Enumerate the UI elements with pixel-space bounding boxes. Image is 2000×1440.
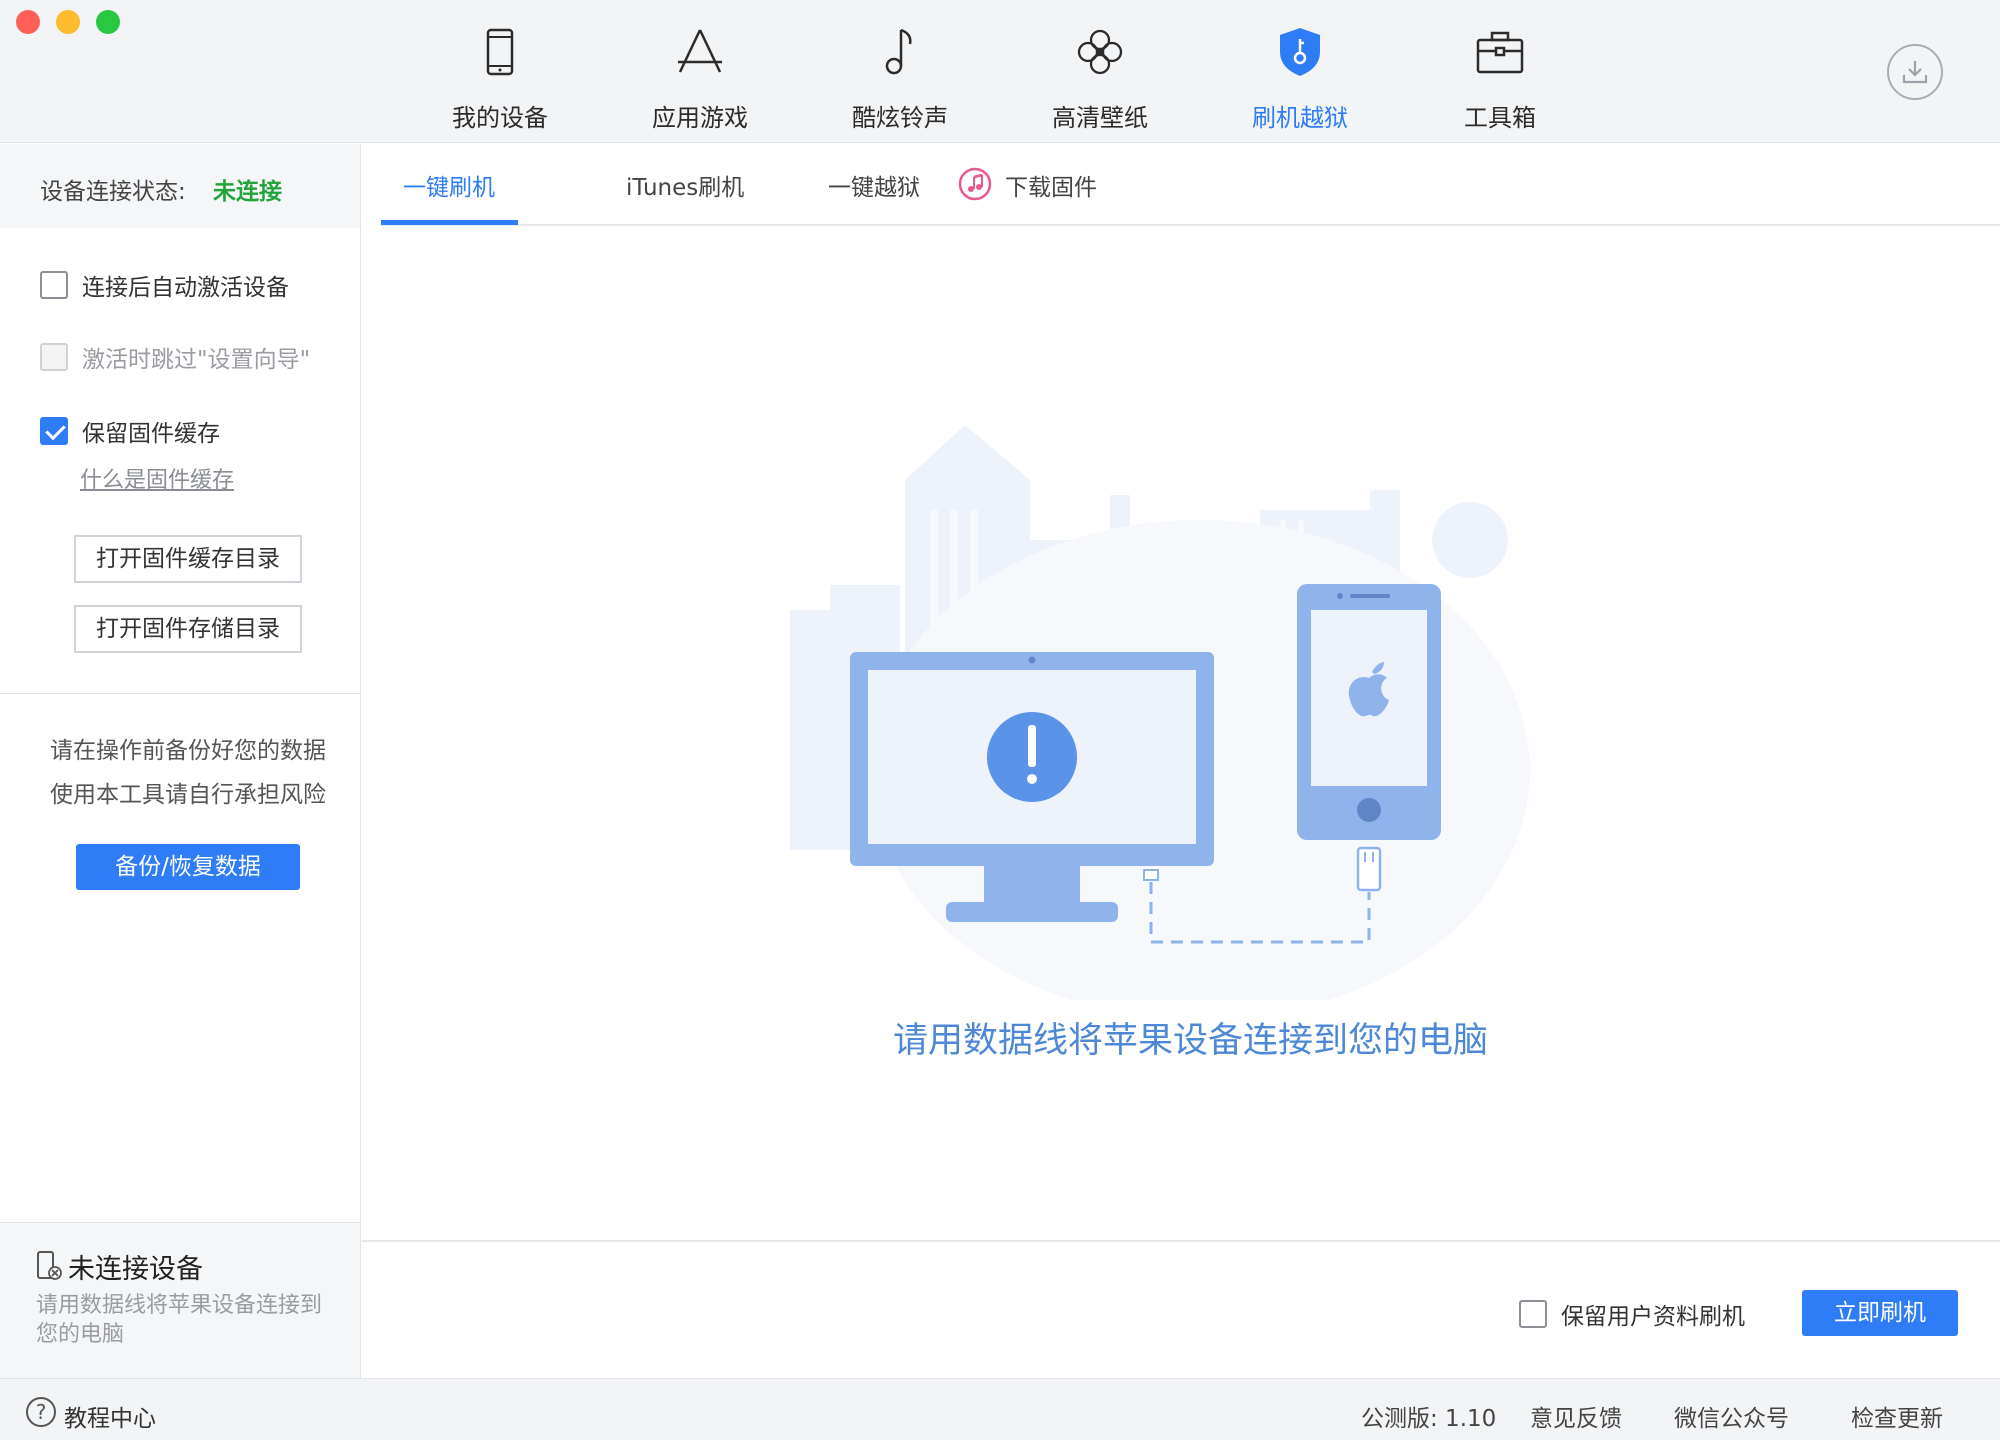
check-update-link[interactable]: 检查更新 [1851,1399,1943,1433]
feedback-link[interactable]: 意见反馈 [1530,1399,1622,1433]
top-toolbar: 我的设备 应用游戏 酷炫铃声 高清壁纸 刷机越狱 工具箱 [0,0,2000,143]
active-tab-indicator [381,220,518,225]
connect-device-message: 请用数据线将苹果设备连接到您的电脑 [892,1021,1488,1061]
device-status-description: 请用数据线将苹果设备连接到您的电脑 [36,1293,323,1347]
what-is-firmware-cache-link[interactable]: 什么是固件缓存 [80,462,234,494]
nav-flash-jailbreak-label: 刷机越狱 [1252,104,1348,132]
zoom-window-button[interactable] [96,10,120,34]
app-store-icon [678,29,722,73]
flower-icon [1077,29,1123,75]
help-icon[interactable]: ? [26,1397,56,1427]
skip-setup-checkbox [40,343,68,371]
nav-apps-games[interactable]: 应用游戏 [625,24,775,132]
device-disconnected-icon [37,1251,62,1280]
connection-status-label: 设备连接状态: [40,179,186,205]
device-status-panel: 未连接设备 请用数据线将苹果设备连接到您的电脑 [0,1222,360,1378]
auto-activate-label: 连接后自动激活设备 [82,275,289,301]
nav-ringtones-label: 酷炫铃声 [852,104,948,132]
connect-device-illustration [790,425,1530,1000]
skip-setup-option: 激活时跳过"设置向导" [40,342,311,373]
nav-my-device-label: 我的设备 [452,104,548,132]
flash-now-button[interactable]: 立即刷机 [1802,1290,1958,1336]
backup-restore-button[interactable]: 备份/恢复数据 [76,844,300,890]
sidebar: 设备连接状态: 未连接 连接后自动激活设备 激活时跳过"设置向导" 保留固件缓存… [0,144,361,1378]
nav-my-device[interactable]: 我的设备 [425,24,575,132]
device-status-title: 未连接设备 [68,1254,203,1285]
version-label: 公测版: 1.10 [1361,1406,1497,1432]
open-cache-dir-button[interactable]: 打开固件缓存目录 [74,535,302,583]
itunes-icon [958,167,992,201]
download-manager-button[interactable] [1887,44,1943,100]
close-window-button[interactable] [16,10,40,34]
nav-wallpapers[interactable]: 高清壁纸 [1025,24,1175,132]
tab-one-click-flash[interactable]: 一键刷机 [403,168,495,224]
toolbox-icon [1476,31,1524,74]
music-note-icon [885,28,912,75]
download-icon [1902,61,1928,84]
flash-action-bar: 保留用户资料刷机 立即刷机 [362,1240,2000,1378]
risk-warning-text: 使用本工具请自行承担风险 [50,782,326,808]
nav-toolbox[interactable]: 工具箱 [1425,24,1575,132]
connection-status-value: 未连接 [213,179,282,205]
nav-toolbox-label: 工具箱 [1464,104,1536,132]
auto-activate-checkbox[interactable] [40,271,68,299]
nav-wallpapers-label: 高清壁纸 [1052,104,1148,132]
status-footer: ? 教程中心 公测版: 1.10 意见反馈 微信公众号 检查更新 [0,1378,2000,1440]
nav-ringtones[interactable]: 酷炫铃声 [825,24,975,132]
sidebar-divider [0,693,360,694]
open-storage-dir-button[interactable]: 打开固件存储目录 [74,605,302,653]
tab-itunes-flash[interactable]: iTunes刷机 [626,168,744,224]
shield-key-icon [1280,28,1320,76]
tutorial-center-link[interactable]: 教程中心 [64,1399,156,1433]
keep-firmware-cache-option[interactable]: 保留固件缓存 [40,416,220,447]
connection-status-row: 设备连接状态: 未连接 [0,144,360,228]
tab-one-click-jailbreak[interactable]: 一键越狱 [828,168,920,224]
skip-setup-label: 激活时跳过"设置向导" [82,347,311,373]
flash-tabs: 一键刷机 iTunes刷机 一键越狱 下载固件 [381,144,2000,226]
backup-warning-text: 请在操作前备份好您的数据 [50,738,326,764]
keep-firmware-cache-label: 保留固件缓存 [82,421,220,447]
auto-activate-option[interactable]: 连接后自动激活设备 [40,270,289,301]
keep-user-data-checkbox[interactable] [1519,1300,1547,1328]
keep-user-data-label: 保留用户资料刷机 [1561,1304,1745,1330]
phone-icon [486,28,514,76]
wechat-link[interactable]: 微信公众号 [1674,1399,1789,1433]
tab-download-firmware[interactable]: 下载固件 [1005,168,1097,224]
nav-apps-games-label: 应用游戏 [652,104,748,132]
minimize-window-button[interactable] [56,10,80,34]
keep-user-data-option[interactable]: 保留用户资料刷机 [1519,1297,1745,1331]
nav-flash-jailbreak[interactable]: 刷机越狱 [1225,24,1375,132]
keep-firmware-cache-checkbox[interactable] [40,417,68,445]
